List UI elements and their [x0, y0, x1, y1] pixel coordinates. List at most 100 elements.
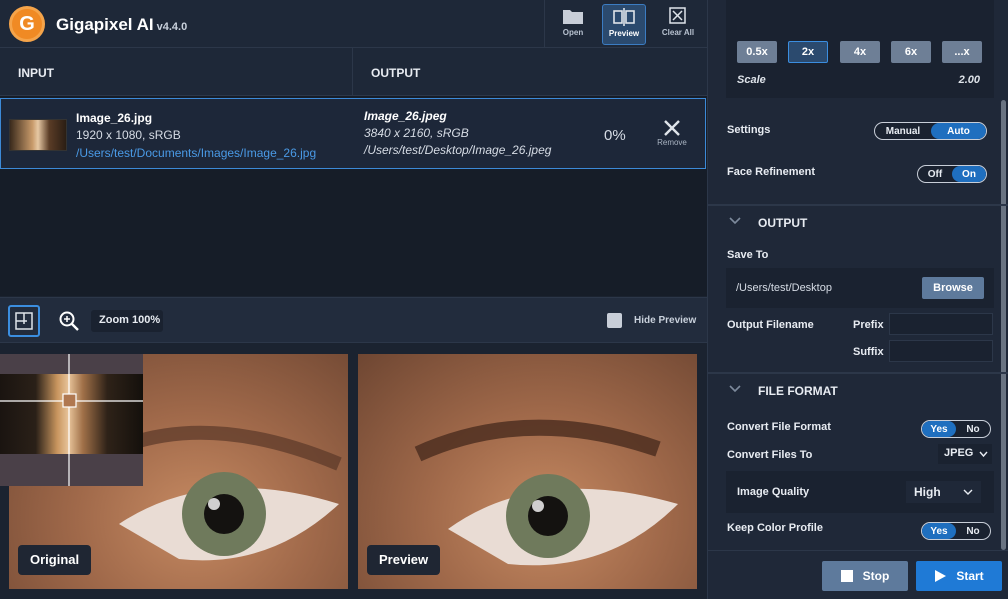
remove-button[interactable]: Remove	[652, 119, 692, 155]
remove-label: Remove	[657, 138, 687, 147]
suffix-label: Suffix	[853, 346, 884, 358]
app-version: v4.4.0	[156, 21, 188, 33]
app-title: Gigapixel AI v4.4.0	[56, 15, 187, 35]
face-off-option[interactable]: Off	[918, 166, 952, 182]
output-section-header[interactable]: OUTPUT	[708, 204, 1008, 238]
zoom-select[interactable]: Zoom 100%	[91, 310, 163, 332]
crosshair-icon	[0, 354, 143, 486]
original-label: Original	[18, 545, 92, 575]
action-bar: Stop Start	[708, 550, 1008, 599]
clear-all-icon	[669, 7, 686, 24]
chevron-down-icon	[979, 451, 988, 458]
stop-icon	[840, 570, 853, 582]
preview-toggle-button[interactable]: Preview	[602, 4, 646, 45]
convert-yes-option[interactable]: Yes	[922, 421, 956, 437]
preview-toolbar: Zoom 100% Hide Preview	[0, 297, 707, 343]
scale-4x-button[interactable]: 4x	[840, 41, 880, 63]
open-label: Open	[562, 28, 584, 37]
settings-label: Settings	[727, 124, 771, 136]
file-row[interactable]: Image_26.jpg 1920 x 1080, sRGB /Users/te…	[0, 98, 706, 169]
scale-2x-button[interactable]: 2x	[788, 41, 828, 63]
settings-panel: 0.5x 2x 4x 6x ...x Scale 2.00 Settings M…	[707, 0, 1008, 599]
title-bar: G Gigapixel AI v4.4.0 Open Preview Clear …	[0, 0, 707, 48]
start-button[interactable]: Start	[916, 561, 1002, 591]
keep-no-option[interactable]: No	[956, 523, 990, 539]
face-on-option[interactable]: On	[952, 166, 986, 182]
zoom-value: Zoom 100%	[99, 314, 161, 326]
file-list: Image_26.jpg 1920 x 1080, sRGB /Users/te…	[0, 96, 707, 296]
output-section-title: OUTPUT	[758, 216, 808, 230]
file-table-header: INPUT OUTPUT	[0, 48, 707, 96]
save-to-field: /Users/test/Desktop Browse	[726, 268, 994, 308]
chevron-down-icon	[963, 489, 973, 495]
format-select[interactable]: JPEG	[938, 444, 992, 464]
image-quality-row: Image Quality High	[726, 471, 994, 513]
quality-value: High	[914, 485, 941, 499]
output-dimensions: 3840 x 2160, sRGB	[364, 126, 469, 140]
convert-to-label: Convert Files To	[727, 449, 813, 461]
input-dimensions: 1920 x 1080, sRGB	[76, 128, 181, 142]
output-path: /Users/test/Desktop/Image_26.jpeg	[364, 143, 552, 157]
scale-0.5x-button[interactable]: 0.5x	[737, 41, 777, 63]
stop-label: Stop	[862, 569, 890, 583]
clear-all-label: Clear All	[661, 28, 695, 37]
preview-label: Preview	[367, 545, 441, 575]
prefix-input[interactable]	[889, 313, 993, 335]
keep-profile-toggle[interactable]: Yes No	[921, 522, 991, 540]
hide-preview-button[interactable]: Hide Preview	[607, 313, 696, 328]
input-path-link[interactable]: /Users/test/Documents/Images/Image_26.jp…	[76, 146, 316, 160]
settings-mode-toggle[interactable]: Manual Auto	[874, 122, 987, 140]
column-divider	[352, 48, 353, 96]
clear-all-button[interactable]: Clear All	[656, 4, 700, 45]
stop-button[interactable]: Stop	[822, 561, 908, 591]
manual-option[interactable]: Manual	[875, 123, 931, 139]
close-icon	[664, 120, 680, 136]
app-window: G Gigapixel AI v4.4.0 Open Preview Clear …	[0, 0, 1008, 599]
scale-6x-button[interactable]: 6x	[891, 41, 931, 63]
file-format-section-title: FILE FORMAT	[758, 384, 838, 398]
preview-label: Preview	[608, 29, 640, 38]
auto-option[interactable]: Auto	[930, 123, 986, 139]
hide-preview-label: Hide Preview	[634, 315, 697, 326]
convert-format-label: Convert File Format	[727, 421, 831, 433]
image-quality-label: Image Quality	[737, 486, 810, 498]
split-view-icon	[613, 8, 635, 26]
chevron-down-icon	[729, 217, 741, 225]
keep-profile-label: Keep Color Profile	[727, 522, 823, 534]
compare-view-icon	[15, 312, 33, 330]
preview-pane[interactable]: Preview	[358, 354, 697, 589]
file-format-section-header[interactable]: FILE FORMAT	[708, 372, 1008, 406]
input-column-header: INPUT	[18, 66, 54, 80]
convert-format-toggle[interactable]: Yes No	[921, 420, 991, 438]
scale-label: Scale	[737, 74, 766, 86]
prefix-label: Prefix	[853, 319, 884, 331]
settings-scrollbar[interactable]	[1001, 100, 1006, 550]
output-filename: Image_26.jpeg	[364, 109, 447, 123]
zoom-in-icon[interactable]	[58, 310, 80, 332]
face-refinement-toggle[interactable]: Off On	[917, 165, 987, 183]
navigator-overlay[interactable]	[0, 354, 143, 486]
save-path: /Users/test/Desktop	[736, 282, 832, 294]
compare-mode-button[interactable]	[8, 305, 40, 337]
output-filename-label: Output Filename	[727, 319, 814, 331]
suffix-input[interactable]	[889, 340, 993, 362]
input-filename: Image_26.jpg	[76, 111, 153, 125]
image-quality-select[interactable]: High	[906, 481, 981, 503]
start-label: Start	[956, 569, 984, 583]
convert-no-option[interactable]: No	[956, 421, 990, 437]
keep-yes-option[interactable]: Yes	[922, 523, 956, 539]
scale-box: 0.5x 2x 4x 6x ...x Scale 2.00	[726, 0, 994, 98]
browse-button[interactable]: Browse	[922, 277, 984, 299]
format-value: JPEG	[944, 447, 974, 459]
save-to-label: Save To	[727, 249, 769, 261]
play-icon	[935, 570, 947, 582]
output-column-header: OUTPUT	[371, 66, 421, 80]
face-refinement-label: Face Refinement	[727, 166, 816, 178]
progress-percent: 0%	[604, 127, 626, 144]
hide-preview-icon	[607, 313, 622, 328]
open-button[interactable]: Open	[551, 4, 595, 45]
folder-icon	[563, 10, 583, 24]
scale-custom-button[interactable]: ...x	[942, 41, 982, 63]
image-thumbnail	[9, 119, 67, 151]
app-name: Gigapixel AI	[56, 15, 154, 34]
